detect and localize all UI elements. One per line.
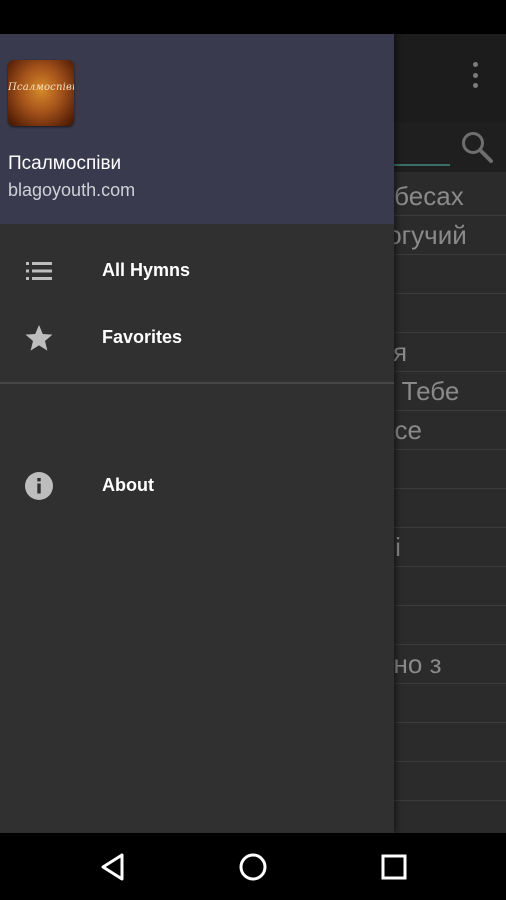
drawer-item-label: All Hymns	[102, 260, 191, 280]
info-icon	[25, 472, 53, 500]
drawer-item-all-hymns[interactable]: All Hymns	[0, 238, 394, 304]
status-bar	[0, 0, 506, 34]
list-icon	[26, 262, 52, 280]
search-underline	[394, 164, 450, 166]
drawer-item-label: Favorites	[102, 327, 183, 347]
app-logo: Псалмоспіви	[8, 60, 74, 126]
drawer-app-subtitle: blagoyouth.com	[8, 180, 136, 200]
drawer-app-title: Псалмоспіви	[8, 153, 122, 174]
drawer-divider	[0, 382, 394, 384]
star-icon	[25, 325, 53, 351]
navigation-drawer: Псалмоспіви Псалмоспіви blagoyouth.com A…	[0, 34, 394, 833]
system-nav-bar	[0, 833, 506, 900]
drawer-header: Псалмоспіви Псалмоспіви blagoyouth.com	[0, 34, 394, 224]
recents-icon[interactable]	[376, 849, 412, 885]
home-icon[interactable]	[235, 849, 271, 885]
back-icon[interactable]	[96, 849, 132, 885]
app-logo-text: Псалмоспіви	[8, 82, 74, 93]
drawer-item-favorites[interactable]: Favorites	[0, 305, 394, 371]
drawer-item-about[interactable]: About	[0, 453, 394, 519]
overflow-menu-icon[interactable]	[473, 62, 479, 88]
search-icon[interactable]	[460, 130, 494, 164]
drawer-item-label: About	[102, 475, 154, 495]
